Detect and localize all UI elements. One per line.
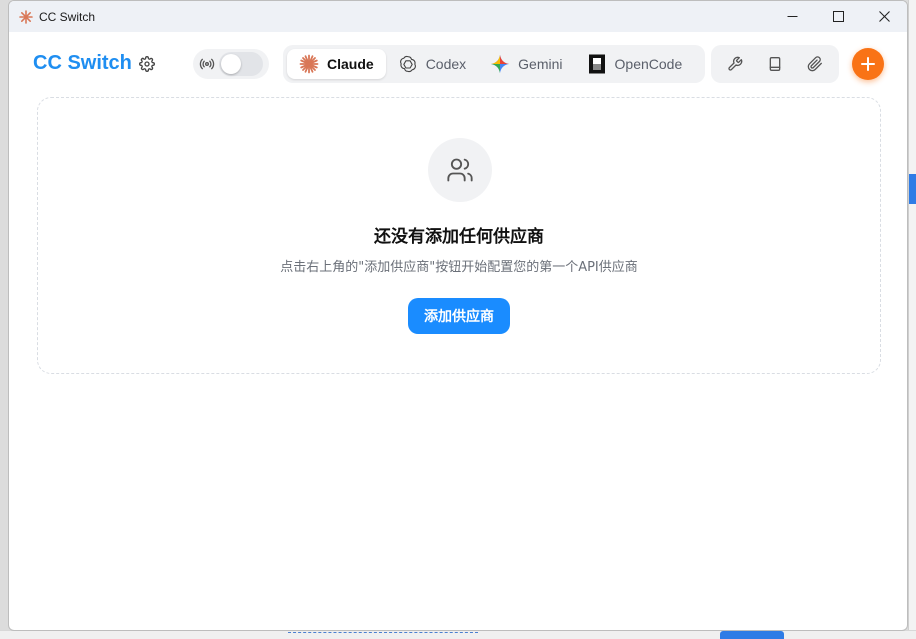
- window-controls: [769, 1, 907, 32]
- maximize-icon: [832, 11, 844, 22]
- tab-opencode[interactable]: OpenCode: [575, 49, 695, 79]
- attachments-button[interactable]: [801, 50, 829, 78]
- app-tab-bar: Claude Codex Gemini OpenCode: [283, 45, 705, 83]
- add-provider-button[interactable]: 添加供应商: [408, 298, 510, 334]
- top-toolbar: CC Switch Claude Codex Gemini OpenCode: [9, 32, 907, 96]
- empty-state-description: 点击右上角的"添加供应商"按钮开始配置您的第一个API供应商: [280, 260, 638, 275]
- tab-claude[interactable]: Claude: [287, 49, 386, 79]
- claude-icon: [299, 54, 319, 74]
- window-title: CC Switch: [39, 9, 96, 24]
- title-bar[interactable]: CC Switch: [9, 1, 907, 32]
- wrench-icon: [728, 56, 743, 71]
- openai-icon: [398, 54, 418, 74]
- tools-button[interactable]: [721, 50, 749, 78]
- close-button[interactable]: [861, 1, 907, 32]
- add-provider-fab[interactable]: [852, 48, 884, 80]
- paperclip-icon: [807, 56, 822, 72]
- background-window-bottom: [0, 630, 916, 639]
- proxy-toggle-group: [193, 49, 269, 79]
- empty-state-card: 还没有添加任何供应商 点击右上角的"添加供应商"按钮开始配置您的第一个API供应…: [37, 97, 881, 374]
- background-link-fragment: [288, 632, 478, 635]
- gear-icon: [139, 56, 155, 72]
- app-logo-icon: [19, 9, 33, 24]
- minimize-icon: [787, 16, 797, 17]
- tab-label: Claude: [327, 56, 374, 72]
- tab-codex[interactable]: Codex: [386, 49, 478, 79]
- broadcast-icon: [199, 56, 215, 72]
- close-icon: [878, 11, 890, 22]
- brand-title: CC Switch: [33, 52, 132, 74]
- toggle-knob: [221, 54, 241, 74]
- app-window: CC Switch CC Switch Claude Codex Gemini …: [8, 0, 908, 631]
- tab-label: Codex: [425, 56, 467, 72]
- tab-gemini[interactable]: Gemini: [478, 49, 574, 79]
- maximize-button[interactable]: [815, 1, 861, 32]
- background-window-edge: [908, 0, 916, 639]
- minimize-button[interactable]: [769, 1, 815, 32]
- proxy-toggle-switch[interactable]: [219, 52, 263, 76]
- empty-state-title: 还没有添加任何供应商: [374, 227, 544, 247]
- empty-state-icon-wrap: [428, 138, 492, 202]
- gemini-icon: [490, 54, 510, 74]
- opencode-icon: [587, 54, 607, 74]
- settings-button[interactable]: [137, 54, 157, 74]
- tab-label: OpenCode: [614, 56, 683, 72]
- plus-icon: [861, 57, 875, 71]
- users-icon: [447, 158, 473, 182]
- tool-button-group: [711, 45, 839, 83]
- docs-button[interactable]: [761, 50, 789, 78]
- book-icon: [769, 57, 781, 71]
- tab-label: Gemini: [518, 56, 563, 72]
- background-button-fragment: [909, 174, 916, 204]
- background-button-fragment-bottom: [720, 631, 784, 639]
